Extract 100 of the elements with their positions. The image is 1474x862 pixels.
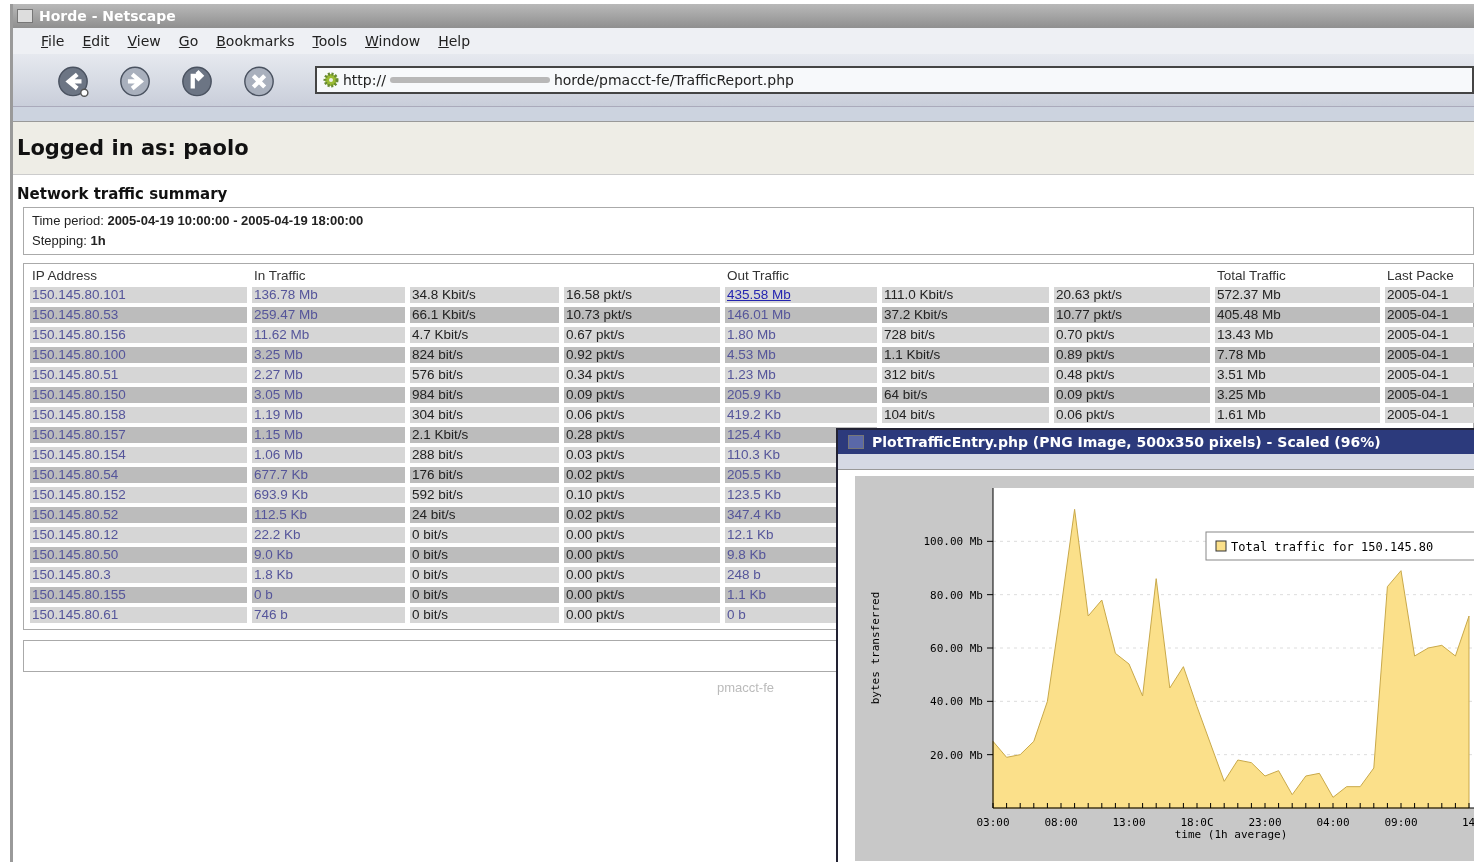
- table-cell[interactable]: 146.01 Mb: [725, 307, 877, 323]
- table-cell: 312 bit/s: [882, 367, 1049, 383]
- table-cell: 10.77 pkt/s: [1054, 307, 1210, 323]
- menu-item[interactable]: Bookmarks: [216, 33, 295, 49]
- column-header: IP Address: [31, 267, 99, 285]
- menu-item[interactable]: Window: [365, 33, 421, 49]
- tick-label: 09:00: [1384, 816, 1418, 829]
- ip-cell[interactable]: 150.145.80.155: [30, 587, 247, 603]
- table-cell: 2.27 Mb: [252, 367, 405, 383]
- table-cell[interactable]: 1.80 Mb: [725, 327, 877, 343]
- ip-cell[interactable]: 150.145.80.50: [30, 547, 247, 563]
- table-cell: 66.1 Kbit/s: [410, 307, 559, 323]
- table-cell: 0 bit/s: [410, 527, 559, 543]
- table-cell[interactable]: 435.58 Mb: [725, 287, 877, 303]
- table-cell: 20.63 pkt/s: [1054, 287, 1210, 303]
- table-cell: 0 bit/s: [410, 607, 559, 623]
- tick-label: 18:0C: [1180, 816, 1214, 829]
- table-cell[interactable]: 4.53 Mb: [725, 347, 877, 363]
- table-cell: 0.06 pkt/s: [564, 407, 720, 423]
- table-cell: 0.00 pkt/s: [564, 587, 720, 603]
- ip-cell[interactable]: 150.145.80.158: [30, 407, 247, 423]
- window-icon: [848, 435, 864, 449]
- table-cell: 0.67 pkt/s: [564, 327, 720, 343]
- table-cell: 0.92 pkt/s: [564, 347, 720, 363]
- table-cell: 576 bit/s: [410, 367, 559, 383]
- table-cell: 3.25 Mb: [1215, 387, 1380, 403]
- table-cell[interactable]: 1.23 Mb: [725, 367, 877, 383]
- stepping-text: Stepping: 1h: [32, 232, 107, 250]
- table-cell: 304 bit/s: [410, 407, 559, 423]
- table-cell: 10.73 pkt/s: [564, 307, 720, 323]
- address-field[interactable]: http:// horde/pmacct-fe/TrafficReport.php: [315, 66, 1474, 94]
- menu-item[interactable]: Edit: [82, 33, 110, 49]
- table-cell: 0.09 pkt/s: [564, 387, 720, 403]
- time-period-text: Time period: 2005-04-19 10:00:00 - 2005-04-19 18:00:00: [32, 212, 365, 230]
- table-cell: 24 bit/s: [410, 507, 559, 523]
- tick-label: 08:00: [1044, 816, 1078, 829]
- ip-cell[interactable]: 150.145.80.157: [30, 427, 247, 443]
- table-cell: 0.02 pkt/s: [564, 507, 720, 523]
- table-cell: 3.05 Mb: [252, 387, 405, 403]
- menu-item[interactable]: Help: [438, 33, 471, 49]
- table-cell: 0.28 pkt/s: [564, 427, 720, 443]
- table-cell: 405.48 Mb: [1215, 307, 1380, 323]
- ip-cell[interactable]: 150.145.80.154: [30, 447, 247, 463]
- ip-cell[interactable]: 150.145.80.3: [30, 567, 247, 583]
- login-heading: Logged in as: paolo: [13, 122, 1474, 175]
- table-cell: 0.09 pkt/s: [1054, 387, 1210, 403]
- table-cell: 2.1 Kbit/s: [410, 427, 559, 443]
- table-cell: 9.0 Kb: [252, 547, 405, 563]
- section-title: Network traffic summary: [17, 185, 229, 203]
- table-cell: 693.9 Kb: [252, 487, 405, 503]
- table-cell: 677.7 Kb: [252, 467, 405, 483]
- ip-cell[interactable]: 150.145.80.54: [30, 467, 247, 483]
- tick-label: 14: [1462, 816, 1474, 829]
- table-cell: 259.47 Mb: [252, 307, 405, 323]
- legend-text: Total traffic for 150.145.80: [1231, 540, 1434, 554]
- table-cell: 728 bit/s: [882, 327, 1049, 343]
- table-cell: 64 bit/s: [882, 387, 1049, 403]
- table-cell: 0.02 pkt/s: [564, 467, 720, 483]
- ip-cell[interactable]: 150.145.80.61: [30, 607, 247, 623]
- tick-label: 23:00: [1248, 816, 1282, 829]
- window-title: Horde - Netscape: [39, 8, 176, 24]
- table-cell: 11.62 Mb: [252, 327, 405, 343]
- tick-label: 03:00: [976, 816, 1010, 829]
- menu-item[interactable]: Tools: [312, 33, 347, 49]
- table-cell: 2005-04-1: [1385, 387, 1474, 403]
- table-cell: 0.06 pkt/s: [1054, 407, 1210, 423]
- table-cell: 136.78 Mb: [252, 287, 405, 303]
- table-cell: 746 b: [252, 607, 405, 623]
- table-cell: 0 bit/s: [410, 587, 559, 603]
- table-cell: 0.48 pkt/s: [1054, 367, 1210, 383]
- table-cell[interactable]: 205.9 Kb: [725, 387, 877, 403]
- table-cell: 0.00 pkt/s: [564, 567, 720, 583]
- table-cell: 824 bit/s: [410, 347, 559, 363]
- ip-cell[interactable]: 150.145.80.156: [30, 327, 247, 343]
- table-cell: 3.51 Mb: [1215, 367, 1380, 383]
- ip-cell[interactable]: 150.145.80.152: [30, 487, 247, 503]
- menu-item[interactable]: File: [41, 33, 65, 49]
- column-header: Out Traffic: [726, 267, 791, 285]
- table-cell: 0.00 pkt/s: [564, 547, 720, 563]
- table-cell[interactable]: 419.2 Kb: [725, 407, 877, 423]
- menu-item[interactable]: Go: [178, 33, 199, 49]
- ip-cell[interactable]: 150.145.80.101: [30, 287, 247, 303]
- table-cell: 1.19 Mb: [252, 407, 405, 423]
- ip-cell[interactable]: 150.145.80.52: [30, 507, 247, 523]
- column-header: In Traffic: [253, 267, 307, 285]
- table-cell: 13.43 Mb: [1215, 327, 1380, 343]
- table-cell: 0 b: [252, 587, 405, 603]
- ip-cell[interactable]: 150.145.80.51: [30, 367, 247, 383]
- table-cell: 7.78 Mb: [1215, 347, 1380, 363]
- table-cell: 0 bit/s: [410, 567, 559, 583]
- table-cell: 16.58 pkt/s: [564, 287, 720, 303]
- menu-item[interactable]: View: [127, 33, 161, 49]
- table-cell: 2005-04-1: [1385, 407, 1474, 423]
- ip-cell[interactable]: 150.145.80.53: [30, 307, 247, 323]
- table-cell: 0 bit/s: [410, 547, 559, 563]
- ip-cell[interactable]: 150.145.80.12: [30, 527, 247, 543]
- table-cell: 2005-04-1: [1385, 287, 1474, 303]
- ip-cell[interactable]: 150.145.80.150: [30, 387, 247, 403]
- ip-cell[interactable]: 150.145.80.100: [30, 347, 247, 363]
- table-cell: 22.2 Kb: [252, 527, 405, 543]
